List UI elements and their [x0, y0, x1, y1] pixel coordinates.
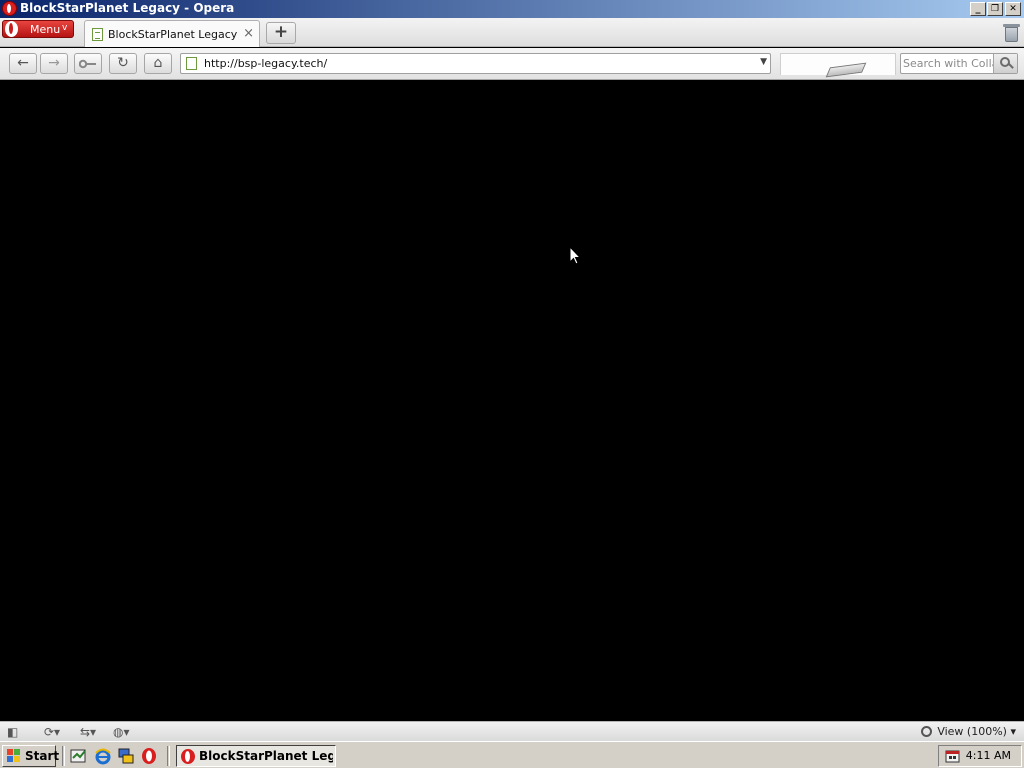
show-desktop-icon[interactable]	[70, 747, 88, 765]
page-icon	[186, 57, 197, 70]
taskbar-item-label: BlockStarPlanet Lega...	[199, 749, 333, 763]
trash-can	[1005, 27, 1018, 42]
tab-blockstarplanet[interactable]: BlockStarPlanet Legacy ×	[84, 20, 260, 47]
key-button[interactable]	[74, 53, 102, 74]
tab-label: BlockStarPlanet Legacy	[108, 28, 238, 41]
view-zoom-label: View (100%)	[937, 725, 1007, 738]
chevron-down-icon: v	[62, 23, 68, 33]
opera-icon	[181, 749, 195, 764]
system-tray: 4:11 AM	[938, 745, 1022, 767]
new-tab-button[interactable]: +	[266, 22, 296, 44]
status-bar: ◧ ⟳▾ ⇆▾ ◍▾ View (100%) ▾	[0, 721, 1024, 741]
trash-icon[interactable]	[1002, 22, 1020, 44]
forward-button[interactable]: →	[40, 53, 68, 74]
network-computer-icon[interactable]	[117, 747, 135, 765]
zoom-magnifier-icon	[921, 726, 933, 737]
opera-quicklaunch-icon[interactable]	[140, 747, 158, 765]
start-button[interactable]: Start	[2, 745, 60, 767]
turbo-icon[interactable]: ◍▾	[113, 724, 130, 740]
taskbar-item-opera[interactable]: BlockStarPlanet Lega...	[176, 745, 336, 767]
speed-dial-area[interactable]	[780, 53, 896, 78]
taskbar-separator	[167, 746, 170, 766]
windows-taskbar: Start BlockStarPlanet Lega... 4:11 AM	[0, 741, 1024, 768]
minimize-button[interactable]: _	[970, 2, 986, 16]
start-label: Start	[25, 749, 60, 763]
opera-logo-icon	[2, 1, 17, 16]
internet-explorer-icon[interactable]	[94, 747, 112, 765]
address-bar[interactable]: ▼	[180, 53, 771, 74]
page-favicon-icon	[92, 28, 103, 41]
page-viewport[interactable]	[0, 81, 1024, 721]
window-titlebar[interactable]: BlockStarPlanet Legacy - Opera _ ❐ ✕	[0, 0, 1024, 18]
tray-app-icon[interactable]	[945, 749, 961, 764]
back-button[interactable]: ←	[9, 53, 37, 74]
opera-menu-button[interactable]: Menu v	[2, 20, 74, 38]
chevron-down-icon: ▾	[1010, 725, 1016, 738]
tab-bar: Menu v BlockStarPlanet Legacy × +	[0, 18, 1024, 47]
notepad-icon	[825, 62, 867, 78]
search-box[interactable]	[900, 53, 1018, 74]
taskbar-separator	[62, 746, 65, 766]
menu-label: Menu	[30, 23, 61, 36]
search-button[interactable]	[993, 54, 1017, 73]
reload-button[interactable]: ↻	[109, 53, 137, 74]
search-input[interactable]	[903, 56, 993, 71]
panel-toggle-icon[interactable]: ◧	[7, 724, 18, 740]
window-title: BlockStarPlanet Legacy - Opera	[20, 1, 235, 15]
close-window-button[interactable]: ✕	[1005, 2, 1021, 16]
windows-logo-icon	[7, 749, 21, 763]
url-dropdown-icon[interactable]: ▼	[760, 57, 767, 67]
view-zoom-control[interactable]: View (100%) ▾	[921, 724, 1016, 740]
unite-icon[interactable]: ⇆▾	[80, 724, 96, 740]
key-icon	[78, 59, 96, 69]
url-input[interactable]	[204, 56, 744, 71]
tab-close-icon[interactable]: ×	[243, 26, 254, 41]
sync-icon[interactable]: ⟳▾	[44, 724, 60, 740]
home-button[interactable]: ⌂	[144, 53, 172, 74]
clock[interactable]: 4:11 AM	[966, 749, 1011, 762]
opera-o-icon	[5, 21, 18, 37]
navigation-bar: ← → ↻ ⌂ ▼	[0, 48, 1024, 80]
maximize-button[interactable]: ❐	[987, 2, 1003, 16]
